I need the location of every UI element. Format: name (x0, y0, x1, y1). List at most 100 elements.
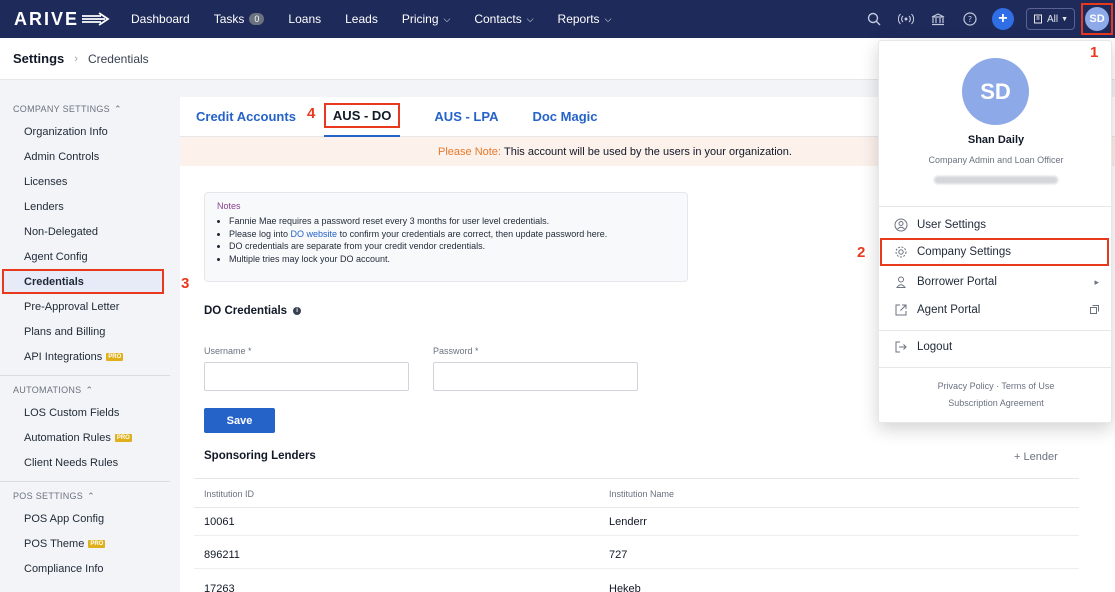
all-scope-dropdown[interactable]: All ▼ (1025, 8, 1075, 30)
notes-title: Notes (217, 201, 241, 211)
sidebar-item-lenders[interactable]: Lenders (0, 194, 170, 219)
broadcast-icon[interactable] (895, 8, 917, 30)
person-icon (893, 274, 909, 290)
table-row[interactable]: 17263 Hekeb (194, 576, 1079, 592)
logout-icon (893, 339, 909, 355)
institution-name-cell: 727 (609, 549, 628, 561)
institution-name-cell: Hekeb (609, 583, 641, 592)
chevron-up-icon: ⌃ (113, 103, 122, 114)
nav-pricing[interactable]: Pricing ⌵ (390, 0, 463, 38)
arive-logo[interactable]: ARIVE (14, 9, 119, 30)
do-website-link[interactable]: DO website (291, 229, 338, 239)
sidebar-item-api-integrations[interactable]: API Integrations PRO (0, 344, 170, 369)
table-row[interactable]: 10061 Lenderr (194, 509, 1079, 536)
breadcrumb-settings[interactable]: Settings (13, 51, 64, 66)
nav-tasks[interactable]: Tasks 0 (202, 0, 277, 38)
user-menu-avatar: SD (962, 58, 1029, 125)
sponsoring-lenders-title: Sponsoring Lenders (204, 450, 316, 462)
user-name: Shan Daily (967, 134, 1025, 146)
building-icon (1033, 14, 1042, 24)
sidebar-item-agent-config[interactable]: Agent Config (0, 244, 170, 269)
sidebar-item-automation-rules[interactable]: Automation Rules PRO (0, 425, 170, 450)
annotation-number: 4 (307, 105, 316, 122)
sidebar-group-pos-settings[interactable]: POS SETTINGS ⌃ (0, 486, 170, 506)
chevron-up-icon: ⌃ (85, 384, 94, 395)
nav-leads[interactable]: Leads (333, 0, 390, 38)
sidebar-item-non-delegated[interactable]: Non-Delegated (0, 219, 170, 244)
annotation-number: 3 (181, 275, 190, 292)
do-credentials-title: DO Credentials i (204, 305, 302, 317)
tasks-count-badge: 0 (249, 13, 265, 25)
chevron-up-icon: ⌃ (87, 490, 95, 501)
column-header-institution-name: Institution Name (609, 489, 675, 499)
search-icon[interactable] (863, 8, 885, 30)
sidebar-group-automations[interactable]: AUTOMATIONS ⌃ (0, 380, 170, 400)
nav-contacts[interactable]: Contacts ⌵ (462, 0, 545, 38)
sidebar-divider (0, 375, 170, 376)
add-lender-button[interactable]: + Lender (1014, 451, 1058, 463)
bank-icon[interactable] (927, 8, 949, 30)
legal-links[interactable]: Privacy Policy · Terms of Use (879, 381, 1113, 391)
menu-item-logout[interactable]: Logout (879, 333, 1113, 361)
institution-id-cell: 17263 (204, 583, 235, 592)
menu-divider (879, 206, 1113, 207)
column-header-institution-id: Institution ID (204, 489, 255, 499)
sidebar-item-pos-app-config[interactable]: POS App Config (0, 506, 170, 531)
nav-loans[interactable]: Loans (276, 0, 333, 38)
pro-badge: PRO (106, 352, 124, 361)
sidebar-item-los-custom-fields[interactable]: LOS Custom Fields (0, 400, 170, 425)
nav-reports[interactable]: Reports ⌵ (546, 0, 624, 38)
sidebar-item-organization-info[interactable]: Organization Info (0, 119, 170, 144)
username-label: Username * (204, 346, 252, 356)
password-label: Password * (433, 346, 479, 356)
help-icon[interactable]: ? (959, 8, 981, 30)
sidebar-group-company-settings[interactable]: COMPANY SETTINGS ⌃ (0, 99, 170, 119)
institution-name-cell: Lenderr (609, 516, 647, 528)
tab-aus-do[interactable]: AUS - DO (323, 97, 401, 137)
tab-aus-lpa[interactable]: AUS - LPA (434, 97, 498, 137)
username-input[interactable] (204, 362, 409, 391)
user-avatar-button[interactable]: SD (1085, 7, 1109, 31)
annotation-number: 2 (857, 244, 866, 261)
menu-divider (879, 367, 1113, 368)
institution-id-cell: 896211 (204, 549, 240, 561)
user-avatar-highlight: SD (1081, 3, 1113, 35)
notes-box: Notes Fannie Mae requires a password res… (204, 192, 688, 282)
subscription-agreement-link[interactable]: Subscription Agreement (879, 398, 1113, 408)
menu-divider (879, 330, 1113, 331)
sidebar-item-pos-theme[interactable]: POS Theme PRO (0, 531, 170, 556)
menu-item-agent-portal[interactable]: Agent Portal (879, 296, 1113, 324)
chevron-down-icon: ⌵ (443, 13, 451, 24)
breadcrumb-current: Credentials (87, 51, 149, 66)
sidebar-item-licenses[interactable]: Licenses (0, 169, 170, 194)
tab-credit-accounts[interactable]: Credit Accounts (196, 97, 296, 137)
sidebar-item-compliance-info[interactable]: Compliance Info (0, 556, 170, 581)
menu-item-company-settings[interactable]: Company Settings (880, 238, 1109, 266)
sidebar-item-client-needs-rules[interactable]: Client Needs Rules (0, 450, 170, 475)
chevron-down-icon: ⌵ (604, 13, 612, 24)
pro-badge: PRO (114, 433, 132, 442)
settings-sidebar: COMPANY SETTINGS ⌃ Organization Info Admi… (0, 81, 170, 592)
sidebar-item-admin-controls[interactable]: Admin Controls (0, 144, 170, 169)
sidebar-divider (0, 481, 170, 482)
top-nav: ARIVE Dashboard Tasks 0 Loans Leads Prici… (0, 0, 1115, 38)
note-item: Please log into DO website to confirm yo… (229, 228, 675, 241)
info-icon[interactable]: i (293, 307, 302, 315)
notes-list: Fannie Mae requires a password reset eve… (217, 215, 675, 265)
save-button[interactable]: Save (204, 408, 275, 433)
sidebar-item-pre-approval-letter[interactable]: Pre-Approval Letter (0, 294, 170, 319)
add-new-button[interactable]: + (991, 8, 1014, 30)
nav-right-tools: ? + All ▼ SD (858, 0, 1115, 38)
nav-dashboard[interactable]: Dashboard (119, 0, 202, 38)
copy-icon (1090, 304, 1099, 316)
tab-doc-magic[interactable]: Doc Magic (532, 97, 597, 137)
sidebar-item-credentials[interactable]: Credentials (2, 269, 164, 294)
menu-item-user-settings[interactable]: User Settings (879, 211, 1113, 239)
svg-text:?: ? (968, 15, 972, 24)
chevron-down-icon: ⌵ (526, 13, 534, 24)
password-input[interactable] (433, 362, 638, 391)
table-row[interactable]: 896211 727 (194, 542, 1079, 569)
menu-item-borrower-portal[interactable]: Borrower Portal ▸ (879, 268, 1113, 296)
note-item: Multiple tries may lock your DO account. (229, 253, 675, 266)
sidebar-item-plans-and-billing[interactable]: Plans and Billing (0, 319, 170, 344)
